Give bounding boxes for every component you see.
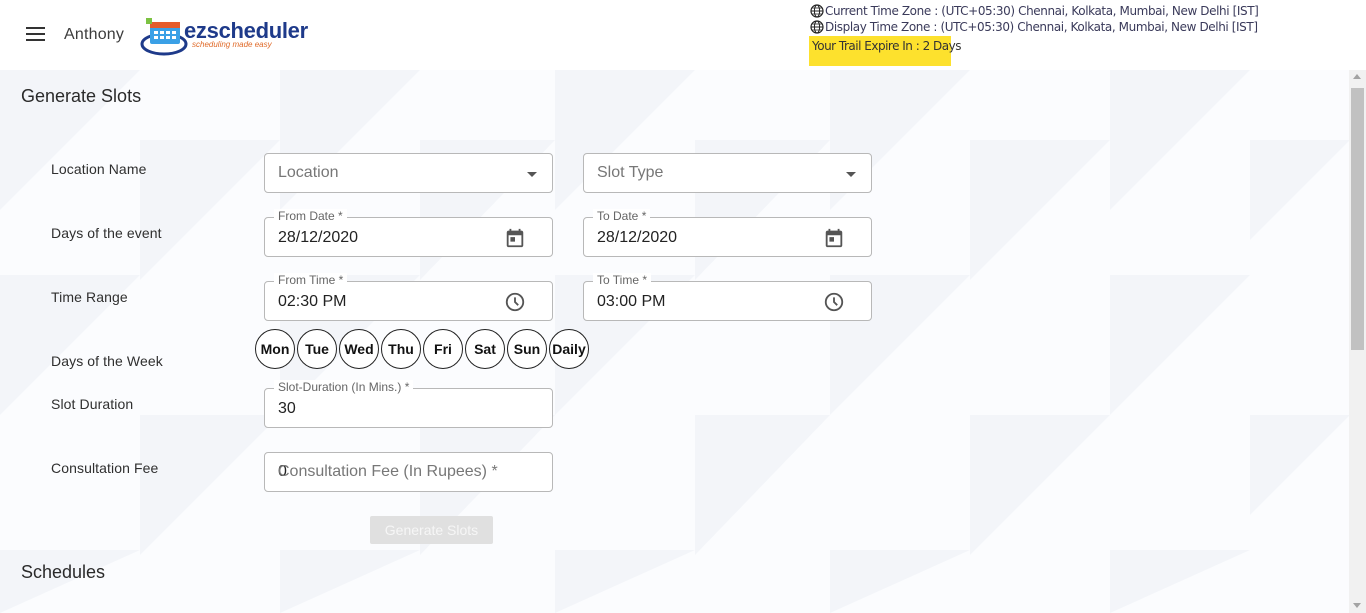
slot-duration-field[interactable]: Slot-Duration (In Mins.) * 30: [264, 380, 553, 428]
display-timezone-text: Display Time Zone : (UTC+05:30) Chennai,…: [825, 20, 1258, 34]
menu-icon[interactable]: [26, 27, 46, 43]
generate-slots-title: Generate Slots: [21, 86, 142, 106]
app-logo[interactable]: ezscheduler scheduling made easy: [140, 14, 312, 56]
from-date-field[interactable]: From Date * 28/12/2020: [264, 209, 553, 257]
day-button-thu[interactable]: Thu: [381, 329, 421, 369]
calendar-icon[interactable]: [504, 227, 526, 249]
from-time-value: 02:30 PM: [278, 293, 347, 310]
slot-duration-label: Slot Duration: [51, 396, 134, 412]
globe-icon: [810, 20, 824, 34]
consultation-fee-placeholder: Consultation Fee (In Rupees) *: [278, 463, 498, 480]
day-button-mon[interactable]: Mon: [255, 329, 295, 369]
to-time-value: 03:00 PM: [597, 293, 666, 310]
display-timezone: Display Time Zone : (UTC+05:30) Chennai,…: [810, 20, 1258, 34]
logo-tagline: scheduling made easy: [192, 40, 272, 49]
days-week-label: Days of the Week: [51, 353, 163, 369]
user-name: Anthony: [64, 26, 125, 43]
trial-banner: Your Trail Expire In : 2 Days: [809, 36, 961, 66]
background-pattern: [0, 70, 1350, 613]
from-time-label: From Time *: [274, 273, 348, 287]
to-date-label: To Date *: [593, 209, 651, 223]
scrollbar-thumb[interactable]: [1351, 88, 1364, 350]
consultation-fee-label: Consultation Fee: [51, 460, 159, 476]
app-header: Anthony ezscheduler scheduling made easy: [0, 0, 1366, 70]
day-button-wed[interactable]: Wed: [339, 329, 379, 369]
day-button-sat[interactable]: Sat: [465, 329, 505, 369]
current-timezone: Current Time Zone : (UTC+05:30) Chennai,…: [810, 4, 1259, 18]
from-time-field[interactable]: From Time * 02:30 PM: [264, 273, 553, 321]
days-event-label: Days of the event: [51, 225, 162, 241]
schedules-title: Schedules: [21, 562, 106, 582]
generate-slots-button[interactable]: Generate Slots: [370, 516, 493, 544]
day-button-daily[interactable]: Daily: [549, 329, 589, 369]
time-range-label: Time Range: [51, 289, 128, 305]
clock-icon[interactable]: [823, 291, 845, 313]
from-date-value: 28/12/2020: [278, 229, 359, 246]
scroll-up-icon[interactable]: [1353, 74, 1361, 79]
day-button-sun[interactable]: Sun: [507, 329, 547, 369]
scroll-down-icon[interactable]: [1353, 603, 1361, 608]
slot-duration-value: 30: [278, 400, 296, 417]
dropdown-caret-icon: [846, 172, 856, 177]
clock-icon[interactable]: [504, 291, 526, 313]
location-name-label: Location Name: [51, 161, 147, 177]
location-select[interactable]: Location: [264, 153, 553, 193]
slot-type-placeholder: Slot Type: [597, 164, 664, 181]
day-button-tue[interactable]: Tue: [297, 329, 337, 369]
slot-duration-field-label: Slot-Duration (In Mins.) *: [274, 380, 414, 394]
slot-type-select[interactable]: Slot Type: [583, 153, 872, 193]
dropdown-caret-icon: [527, 172, 537, 177]
globe-icon: [810, 4, 824, 18]
current-timezone-text: Current Time Zone : (UTC+05:30) Chennai,…: [825, 4, 1259, 18]
calendar-icon[interactable]: [823, 227, 845, 249]
to-time-field[interactable]: To Time * 03:00 PM: [583, 273, 872, 321]
consultation-fee-field[interactable]: 0 Consultation Fee (In Rupees) *: [264, 452, 553, 492]
location-placeholder: Location: [278, 164, 339, 181]
day-button-fri[interactable]: Fri: [423, 329, 463, 369]
from-date-label: From Date *: [274, 209, 347, 223]
to-time-label: To Time *: [593, 273, 652, 287]
to-date-field[interactable]: To Date * 28/12/2020: [583, 209, 872, 257]
to-date-value: 28/12/2020: [597, 229, 678, 246]
